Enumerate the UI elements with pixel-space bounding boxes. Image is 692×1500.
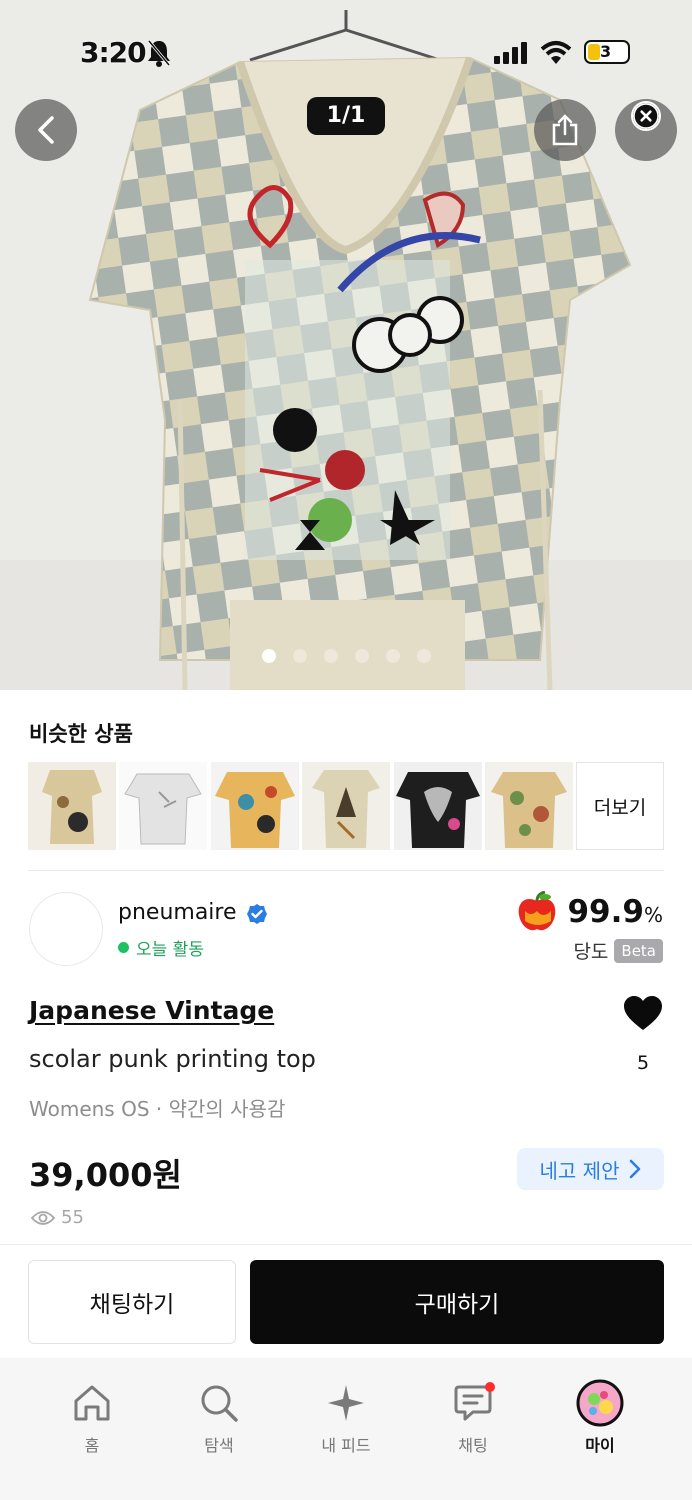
tab-explore[interactable]: 탐색 xyxy=(174,1380,264,1456)
offer-label: 네고 제안 xyxy=(539,1158,620,1183)
online-dot-icon xyxy=(118,942,129,953)
pagination-dot xyxy=(417,649,431,663)
beta-badge: Beta xyxy=(614,938,663,963)
seller-activity-status: 오늘 활동 xyxy=(118,935,204,960)
chevron-right-icon xyxy=(630,1159,641,1179)
similar-items-carousel[interactable]: 더보기 xyxy=(28,762,664,850)
purchase-action-bar: 채팅하기 구매하기 xyxy=(0,1244,692,1358)
tab-my[interactable]: 마이 xyxy=(555,1379,645,1456)
seller-name[interactable]: pneumaire xyxy=(118,900,237,925)
pagination-dot xyxy=(293,649,307,663)
like-count: 5 xyxy=(636,1052,650,1074)
tab-my-feed[interactable]: 내 피드 xyxy=(301,1380,391,1456)
bottom-tab-bar: 홈 탐색 내 피드 채팅 마이 xyxy=(0,1358,692,1500)
silent-bell-icon xyxy=(147,40,171,67)
tab-label: 채팅 xyxy=(458,1436,488,1455)
tab-chat[interactable]: 채팅 xyxy=(428,1380,518,1456)
sweetness-score[interactable]: 99.9% xyxy=(515,891,663,933)
similar-item-thumb[interactable] xyxy=(119,762,207,850)
similar-item-thumb[interactable] xyxy=(28,762,116,850)
brand-link[interactable]: Japanese Vintage xyxy=(29,996,274,1025)
similar-item-thumb[interactable] xyxy=(211,762,299,850)
product-title: scolar punk printing top xyxy=(29,1045,316,1073)
pagination-dot xyxy=(324,649,338,663)
sparkle-icon xyxy=(328,1385,364,1421)
share-button[interactable] xyxy=(534,99,596,161)
pagination-dot xyxy=(262,649,276,663)
apple-icon xyxy=(519,891,556,931)
similar-items-title: 비슷한 상품 xyxy=(29,722,133,746)
make-offer-button[interactable]: 네고 제안 xyxy=(517,1148,664,1190)
view-count-value: 55 xyxy=(61,1207,84,1228)
pagination-dot xyxy=(355,649,369,663)
similar-item-thumb[interactable] xyxy=(485,762,573,850)
tab-label: 마이 xyxy=(585,1436,615,1455)
heart-icon xyxy=(624,996,662,1030)
status-bar: 3:20 3 xyxy=(0,36,692,72)
wifi-icon xyxy=(540,41,572,64)
buy-button[interactable]: 구매하기 xyxy=(250,1260,664,1344)
photo-counter: 1/1 xyxy=(307,97,385,135)
battery-level: 3 xyxy=(600,42,612,61)
see-more-similar-button[interactable]: 더보기 xyxy=(576,762,664,850)
search-icon xyxy=(201,1385,238,1422)
tab-label: 탐색 xyxy=(204,1436,234,1455)
activity-label: 오늘 활동 xyxy=(136,940,204,960)
gallery-pagination xyxy=(262,649,431,663)
signal-icon xyxy=(494,42,527,64)
tab-home[interactable]: 홈 xyxy=(47,1380,137,1456)
unread-badge-dot xyxy=(485,1382,495,1392)
similar-item-thumb[interactable] xyxy=(394,762,482,850)
view-count: 55 xyxy=(31,1207,84,1228)
status-time: 3:20 xyxy=(80,36,147,69)
tab-label: 홈 xyxy=(84,1436,100,1455)
eye-icon xyxy=(31,1210,55,1225)
chevron-left-icon xyxy=(38,116,54,144)
sweetness-label-row: 당도 Beta xyxy=(573,937,663,964)
product-meta: Womens OS · 약간의 사용감 xyxy=(29,1097,286,1121)
verified-badge-icon xyxy=(247,904,267,924)
score-value: 99.9% xyxy=(567,894,663,930)
similar-item-thumb[interactable] xyxy=(302,762,390,850)
home-icon xyxy=(74,1385,110,1421)
close-icon xyxy=(631,101,661,131)
tab-label: 내 피드 xyxy=(321,1436,371,1455)
pagination-dot xyxy=(386,649,400,663)
seller-avatar[interactable] xyxy=(29,892,103,966)
like-button[interactable] xyxy=(621,996,665,1036)
product-photo-gallery[interactable]: 3:20 3 1/1 xyxy=(0,0,692,690)
close-button[interactable] xyxy=(615,99,677,161)
profile-avatar-icon xyxy=(576,1379,624,1427)
back-button[interactable] xyxy=(15,99,77,161)
section-divider xyxy=(28,870,664,871)
share-icon xyxy=(552,114,578,146)
chat-button[interactable]: 채팅하기 xyxy=(28,1260,236,1344)
sweetness-label: 당도 xyxy=(573,941,609,963)
price: 39,000원 xyxy=(29,1156,182,1194)
battery-icon: 3 xyxy=(584,40,630,64)
